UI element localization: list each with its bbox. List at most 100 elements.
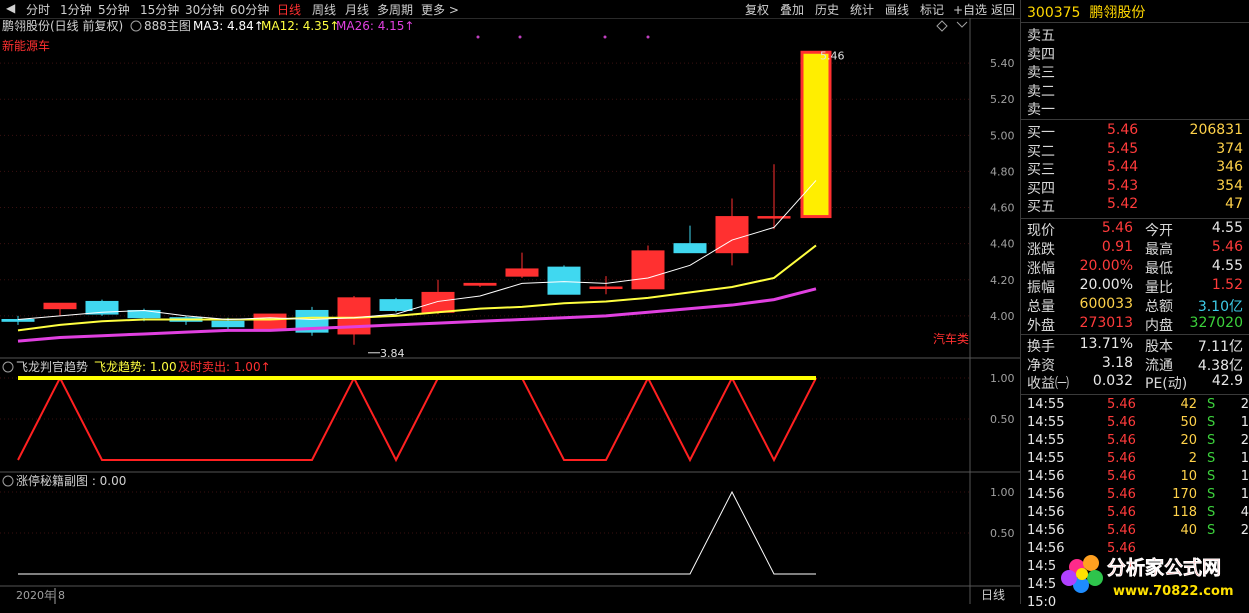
toolbar-button[interactable]: 复权: [745, 1, 769, 18]
bid-row: 买二 5.45 374: [1027, 141, 1249, 160]
divider: [1021, 218, 1249, 219]
tick-side: S: [1207, 397, 1216, 412]
period-tab[interactable]: 日线: [277, 1, 301, 18]
stat-row: 外盘 273013 内盘 327020: [1027, 315, 1249, 334]
period-tab[interactable]: 周线: [312, 1, 336, 18]
period-tab[interactable]: 15分钟: [140, 1, 179, 18]
candle-body[interactable]: [463, 282, 497, 286]
tick-count: 4: [1240, 505, 1249, 520]
candle-body[interactable]: [421, 291, 455, 313]
stat-label: 最高: [1145, 242, 1173, 258]
period-tab[interactable]: 多周期: [377, 1, 413, 18]
ask-row: 卖二: [1027, 81, 1249, 100]
panel-dropdown-icon[interactable]: [2, 475, 14, 487]
y-tick-label: 4.60: [990, 202, 1015, 215]
tick-price: 5.46: [1107, 451, 1136, 466]
toolbar-button[interactable]: +自选: [953, 1, 987, 18]
diamond-icon[interactable]: [936, 20, 948, 32]
period-tab[interactable]: 月线: [345, 1, 369, 18]
bid-volume: 206831: [1189, 122, 1243, 138]
stat-label: 今开: [1145, 223, 1173, 239]
stat-row: 振幅 20.00% 量比 1.52: [1027, 277, 1249, 296]
bid-volume: 346: [1216, 159, 1243, 175]
candle-body[interactable]: [505, 268, 539, 277]
tick-count: 2: [1240, 433, 1249, 448]
bid-volume: 354: [1216, 177, 1243, 194]
fund-row: 收益㈠ 0.032 PE(动) 42.9: [1027, 373, 1249, 392]
stat-label: 总量: [1027, 299, 1055, 315]
toolbar-button[interactable]: 画线: [885, 1, 909, 18]
period-tab[interactable]: 1分钟: [60, 1, 92, 18]
candle-body[interactable]: [1, 318, 35, 322]
tick-time: 14:56: [1027, 469, 1065, 484]
tick-time: 15:0: [1027, 595, 1057, 610]
tick-row: 14:56 5.46 10 S 1: [1027, 469, 1249, 487]
tick-time: 14:55: [1027, 433, 1065, 448]
period-tab[interactable]: 60分钟: [230, 1, 269, 18]
fund-row: 换手 13.71% 股本 7.11亿: [1027, 336, 1249, 355]
stat-value: 600033: [1079, 296, 1133, 312]
tick-time: 14:55: [1027, 415, 1065, 430]
period-tab[interactable]: 更多 >: [421, 1, 459, 18]
toolbar-button[interactable]: 标记: [920, 1, 944, 18]
stat-label: 振幅: [1027, 280, 1055, 296]
stat-row: 涨跌 0.91 最高 5.46: [1027, 239, 1249, 258]
candle-body[interactable]: [631, 250, 665, 290]
period-tab[interactable]: 30分钟: [185, 1, 224, 18]
stat-label: 涨跌: [1027, 242, 1055, 258]
toolbar-button[interactable]: 返回: [991, 1, 1015, 18]
kline-chart[interactable]: 5.40 5.20 5.00 4.80 4.60 4.40 4.20 4.00 5.46 3.84…: [0, 18, 1020, 604]
tick-price: 5.46: [1107, 397, 1136, 412]
toolbar-button[interactable]: 统计: [850, 1, 874, 18]
candle-body[interactable]: [589, 286, 623, 289]
stat-label: 涨幅: [1027, 261, 1055, 277]
tick-row: 14:56 5.46 170 S 1: [1027, 487, 1249, 505]
bid-label: 买二: [1027, 143, 1055, 160]
tick-side: S: [1207, 505, 1216, 520]
period-toolbar: 分时 1分钟 5分钟 15分钟 30分钟 60分钟 日线 周线 月线 多周期 更多 > 复权 叠加 历史统…: [0, 0, 1020, 19]
bid-row: 买三 5.44 346: [1027, 159, 1249, 178]
period-tab[interactable]: 5分钟: [98, 1, 130, 18]
tick-side: S: [1207, 433, 1216, 448]
panel-dropdown-icon[interactable]: [2, 361, 14, 373]
watermark-title: 分析家公式网: [1107, 556, 1221, 579]
y-tick-label: 4.00: [990, 310, 1015, 323]
panel2-title: 飞龙判官趋势: [16, 359, 88, 374]
stat-value: 5.46: [1211, 239, 1243, 255]
divider: [1021, 119, 1249, 120]
back-arrow-icon[interactable]: ◀: [6, 1, 15, 15]
tick-time: 14:56: [1027, 487, 1065, 502]
stat-value: 273013: [1079, 315, 1133, 331]
fund-value: 42.9: [1211, 373, 1243, 389]
y-tick-label: 4.40: [990, 238, 1015, 251]
tick-row: 14:55 5.46 42 S 2: [1027, 397, 1249, 415]
template-dropdown-icon[interactable]: [130, 20, 142, 32]
tick-price: 5.46: [1107, 487, 1136, 502]
stat-row: 现价 5.46 今开 4.55: [1027, 220, 1249, 239]
candle-body[interactable]: [211, 320, 245, 328]
toolbar-button[interactable]: 叠加: [780, 1, 804, 18]
tick-row: 14:55 5.46 50 S 1: [1027, 415, 1249, 433]
toolbar-button[interactable]: 历史: [815, 1, 839, 18]
tick-side: S: [1207, 523, 1216, 538]
tick-price: 5.46: [1107, 433, 1136, 448]
flower-logo-icon: [1061, 555, 1103, 593]
candle-body[interactable]: [253, 313, 287, 330]
chevron-down-icon[interactable]: [956, 21, 968, 28]
tick-row: 14:56 5.46 118 S 4: [1027, 505, 1249, 523]
ask-label: 卖三: [1027, 65, 1055, 81]
candle-body[interactable]: [547, 266, 581, 295]
tick-count: 1: [1240, 415, 1249, 430]
fund-value: 13.71%: [1079, 336, 1133, 352]
tick-volume: 40: [1180, 523, 1197, 538]
template-name: 888主图: [144, 19, 191, 33]
tick-volume: 118: [1172, 505, 1197, 520]
candle-body[interactable]: [379, 299, 413, 311]
candle-body[interactable]: [43, 302, 77, 310]
bid-label: 买一: [1027, 125, 1055, 141]
candle-body[interactable]: [673, 243, 707, 254]
period-tab[interactable]: 分时: [26, 1, 50, 18]
candle-body[interactable]: [757, 216, 791, 219]
bid-volume: 47: [1225, 196, 1243, 212]
bid-price: 5.43: [1107, 177, 1139, 194]
